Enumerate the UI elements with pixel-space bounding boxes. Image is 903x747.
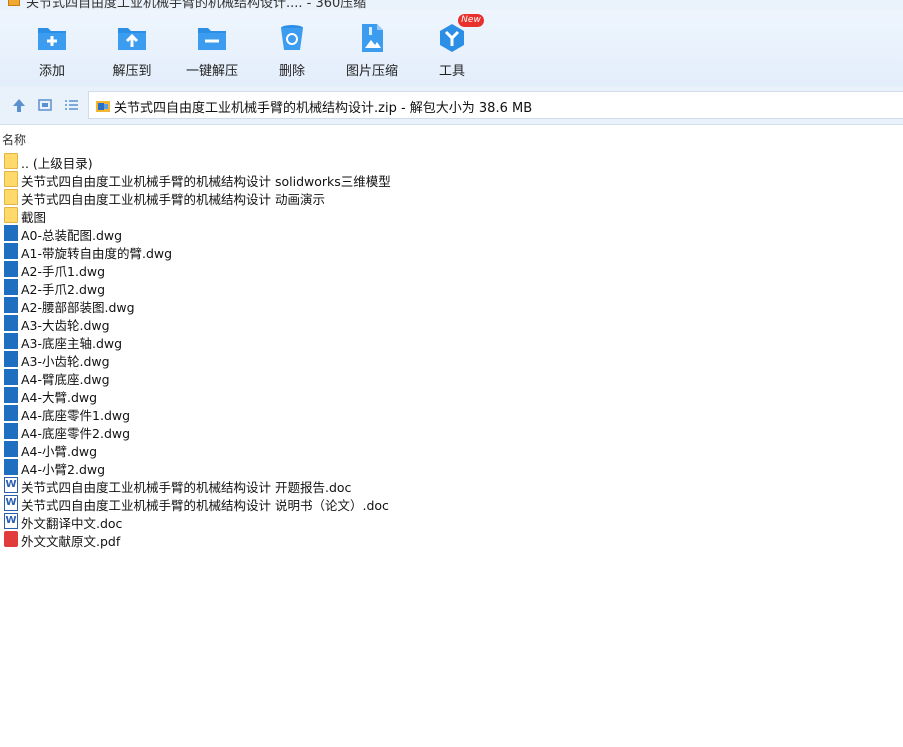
list-item[interactable]: A3-大齿轮.dwg [0, 314, 903, 333]
extract-to-label: 解压到 [112, 64, 152, 79]
list-item[interactable]: A4-底座零件1.dwg [0, 404, 903, 423]
list-item[interactable]: A4-小臂.dwg [0, 440, 903, 459]
dwg-file-icon [4, 459, 18, 475]
one-click-extract-icon [198, 28, 226, 50]
archive-path: 关节式四自由度工业机械手臂的机械结构设计.zip - 解包大小为 38.6 MB [114, 101, 533, 116]
one-click-extract-label: 一键解压 [185, 64, 238, 79]
dwg-file-icon [4, 369, 18, 385]
folder-icon [4, 171, 18, 187]
image-compress-button[interactable]: 图片压缩 [332, 10, 412, 86]
list-item[interactable]: W 外文翻译中文.doc [0, 512, 903, 531]
dwg-file-icon [4, 405, 18, 421]
add-label: 添加 [38, 64, 65, 79]
list-view-icon[interactable] [62, 96, 80, 114]
list-item[interactable]: A4-臂底座.dwg [0, 368, 903, 387]
extract-to-icon [118, 28, 146, 50]
list-item[interactable]: 关节式四自由度工业机械手臂的机械结构设计 动画演示 [0, 188, 903, 207]
archive-app-icon [8, 0, 20, 6]
folder-icon [4, 153, 18, 169]
list-item[interactable]: 外文文献原文.pdf [0, 530, 903, 549]
list-item[interactable]: A2-腰部部装图.dwg [0, 296, 903, 315]
tools-label: 工具 [438, 64, 465, 79]
address-bar: 关节式四自由度工业机械手臂的机械结构设计.zip - 解包大小为 38.6 MB [0, 86, 903, 125]
one-click-extract-button[interactable]: 一键解压 [172, 10, 252, 86]
list-item[interactable]: A4-底座零件2.dwg [0, 422, 903, 441]
list-item[interactable]: A2-手爪1.dwg [0, 260, 903, 279]
tools-button[interactable]: New 工具 [412, 10, 492, 86]
file-list: .. (上级目录) 关节式四自由度工业机械手臂的机械结构设计 solidworks… [0, 152, 903, 549]
folder-icon [4, 207, 18, 223]
image-compress-icon [362, 24, 383, 52]
dwg-file-icon [4, 279, 18, 295]
dwg-file-icon [4, 441, 18, 457]
image-compress-label: 图片压缩 [345, 64, 398, 79]
up-arrow-icon[interactable] [10, 96, 28, 114]
list-item[interactable]: A3-小齿轮.dwg [0, 350, 903, 369]
dwg-file-icon [4, 261, 18, 277]
list-item[interactable]: A0-总装配图.dwg [0, 224, 903, 243]
dwg-file-icon [4, 387, 18, 403]
new-badge: New [458, 14, 484, 27]
dwg-file-icon [4, 315, 18, 331]
toolbar: 添加 解压到 一键解压 删除 图片压缩 New 工具 [0, 10, 903, 86]
zip-file-icon [96, 101, 110, 112]
list-item[interactable]: W 关节式四自由度工业机械手臂的机械结构设计 开题报告.doc [0, 476, 903, 495]
extract-to-button[interactable]: 解压到 [92, 10, 172, 86]
thumbnail-view-icon[interactable] [36, 96, 54, 114]
delete-icon [281, 25, 303, 50]
dwg-file-icon [4, 423, 18, 439]
dwg-file-icon [4, 243, 18, 259]
delete-label: 删除 [278, 64, 305, 79]
dwg-file-icon [4, 333, 18, 349]
dwg-file-icon [4, 225, 18, 241]
list-item[interactable]: 截图 [0, 206, 903, 225]
dwg-file-icon [4, 351, 18, 367]
list-item[interactable]: A2-手爪2.dwg [0, 278, 903, 297]
list-item[interactable]: A1-带旋转自由度的臂.dwg [0, 242, 903, 261]
dwg-file-icon [4, 297, 18, 313]
path-field[interactable]: 关节式四自由度工业机械手臂的机械结构设计.zip - 解包大小为 38.6 MB [88, 91, 903, 119]
word-doc-icon: W [4, 513, 18, 529]
list-item[interactable]: A4-大臂.dwg [0, 386, 903, 405]
folder-icon [4, 189, 18, 205]
list-item[interactable]: .. (上级目录) [0, 152, 903, 171]
add-button[interactable]: 添加 [12, 10, 92, 86]
pdf-file-icon [4, 531, 18, 547]
column-name-label: 名称 [2, 133, 27, 147]
list-item[interactable]: A4-小臂2.dwg [0, 458, 903, 477]
word-doc-icon: W [4, 495, 18, 511]
word-doc-icon: W [4, 477, 18, 493]
file-name: 外文文献原文.pdf [21, 534, 121, 549]
add-folder-icon [38, 28, 66, 50]
window-title: 关节式四自由度工业机械手臂的机械结构设计.... - 360压缩 [26, 0, 367, 10]
list-item[interactable]: A3-底座主轴.dwg [0, 332, 903, 351]
column-header-name[interactable]: 名称 [0, 128, 903, 148]
delete-button[interactable]: 删除 [252, 10, 332, 86]
list-item[interactable]: 关节式四自由度工业机械手臂的机械结构设计 solidworks三维模型 [0, 170, 903, 189]
list-item[interactable]: W 关节式四自由度工业机械手臂的机械结构设计 说明书（论文）.doc [0, 494, 903, 513]
title-bar: 关节式四自由度工业机械手臂的机械结构设计.... - 360压缩 [0, 0, 903, 10]
